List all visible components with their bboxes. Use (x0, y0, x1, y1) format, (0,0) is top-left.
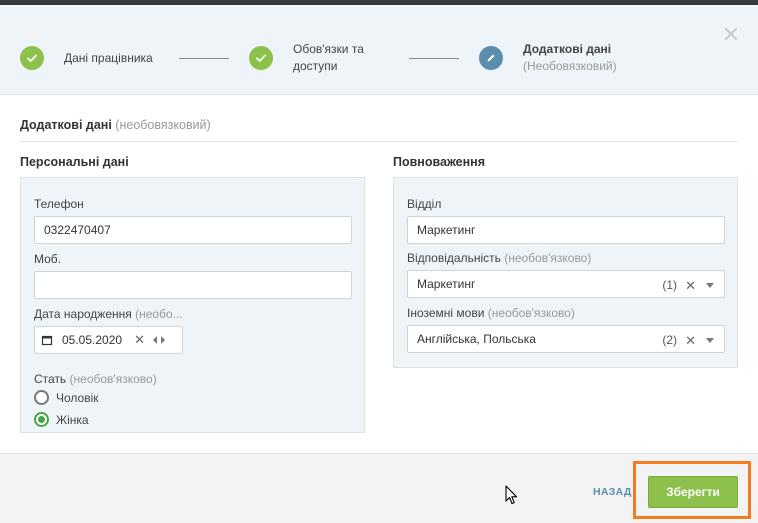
languages-label-text: Іноземні мови (407, 306, 485, 320)
back-button[interactable]: НАЗАД (593, 486, 632, 498)
gender-label: Стать (необов'язково) (34, 372, 157, 386)
step-label-line2: доступи (293, 59, 338, 73)
responsibility-label-text: Відповідальність (407, 251, 501, 265)
birth-date-label-text: Дата народження (34, 307, 132, 321)
birth-date-input[interactable]: 05.05.2020 ✕ (34, 326, 183, 354)
section-title-optional: (необовязковий) (115, 118, 211, 132)
mouse-cursor-icon (505, 485, 519, 505)
birth-date-label: Дата народження (необо... (34, 307, 183, 321)
modal-footer: НАЗАД Зберегти (0, 453, 758, 523)
section-title: Додаткові дані (необовязковий) (20, 118, 211, 132)
birth-date-value: 05.05.2020 (62, 333, 123, 347)
divider (20, 141, 738, 142)
radio-male[interactable] (34, 390, 49, 405)
clear-icon[interactable]: ✕ (134, 332, 145, 348)
authority-title: Повноваження (393, 155, 486, 169)
radio-female[interactable] (34, 412, 49, 427)
responsibility-optional: (необов'язково) (504, 251, 592, 265)
radio-male-label: Чоловік (56, 390, 99, 405)
step-label: Обов'язки та (293, 42, 364, 56)
responsibility-value: Маркетинг (417, 277, 476, 291)
stepper: Дані працівника Обов'язки та доступи Дод… (0, 5, 758, 95)
birth-date-optional: (необо... (135, 307, 183, 321)
personal-data-panel: Телефон 0322470407 Моб. Дата народження … (20, 177, 365, 433)
close-icon[interactable] (722, 25, 740, 43)
step-connector (179, 58, 229, 59)
step-sublabel: (Необовязковий) (523, 59, 617, 73)
check-icon (249, 46, 273, 70)
languages-value: Англійська, Польська (417, 332, 536, 346)
department-label: Відділ (407, 197, 442, 211)
chevron-down-icon[interactable] (706, 283, 714, 288)
step-employee-data[interactable]: Дані працівника (20, 46, 153, 70)
phone-label: Телефон (34, 197, 84, 211)
mobile-input[interactable] (34, 271, 352, 299)
save-button[interactable]: Зберегти (648, 476, 738, 508)
gender-option-male[interactable]: Чоловік (34, 390, 99, 405)
mobile-label: Моб. (34, 252, 62, 266)
clear-icon[interactable]: ✕ (685, 278, 696, 294)
step-duties-access[interactable]: Обов'язки та доступи (249, 41, 364, 75)
languages-label: Іноземні мови (необов'язково) (407, 306, 575, 320)
department-input[interactable]: Маркетинг (407, 216, 725, 244)
pencil-icon (479, 46, 503, 70)
languages-optional: (необов'язково) (487, 306, 575, 320)
responsibility-select[interactable]: Маркетинг (1) ✕ (407, 270, 725, 298)
spinner-arrows-icon[interactable] (152, 336, 165, 344)
responsibility-label: Відповідальність (необов'язково) (407, 251, 591, 265)
section-title-text: Додаткові дані (20, 118, 112, 132)
calendar-icon[interactable] (41, 334, 53, 346)
add-employee-modal: Дані працівника Обов'язки та доступи Дод… (0, 5, 758, 523)
phone-input[interactable]: 0322470407 (34, 216, 352, 244)
step-label: Дані працівника (64, 50, 153, 65)
gender-option-female[interactable]: Жінка (34, 412, 89, 427)
gender-label-text: Стать (34, 372, 67, 386)
gender-optional: (необов'язково) (69, 372, 157, 386)
step-connector (409, 58, 459, 59)
clear-icon[interactable]: ✕ (685, 333, 696, 349)
languages-count: (2) (662, 333, 677, 347)
authority-panel: Відділ Маркетинг Відповідальність (необо… (393, 177, 738, 368)
check-icon (20, 46, 44, 70)
chevron-down-icon[interactable] (706, 338, 714, 343)
radio-female-label: Жінка (56, 412, 89, 427)
responsibility-count: (1) (662, 278, 677, 292)
personal-data-title: Персональні дані (20, 155, 129, 169)
step-additional-data[interactable]: Додаткові дані (Необовязковий) (479, 41, 617, 75)
languages-select[interactable]: Англійська, Польська (2) ✕ (407, 325, 725, 353)
step-label: Додаткові дані (523, 42, 612, 56)
